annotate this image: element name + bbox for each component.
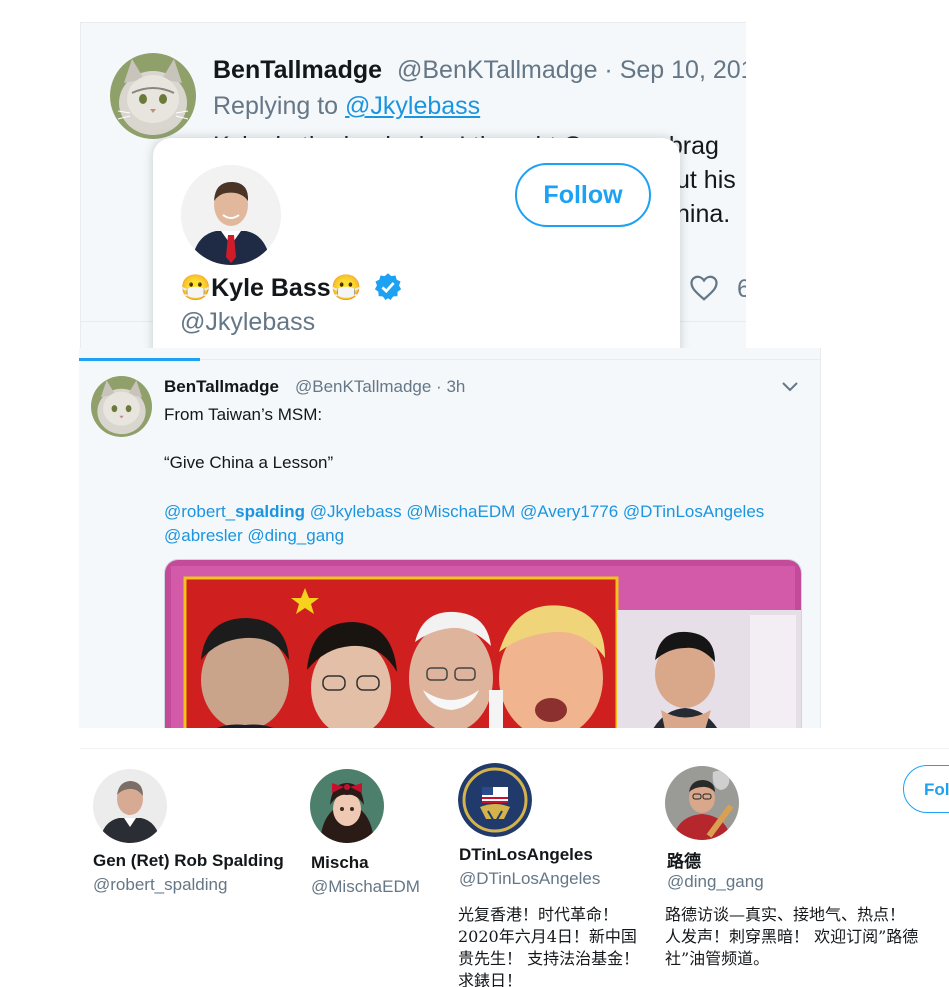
user-name[interactable]: Gen (Ret) Rob Spalding	[93, 851, 284, 871]
profile-avatar[interactable]	[181, 165, 281, 265]
mention-part[interactable]: @robert_	[164, 502, 235, 521]
user-avatar[interactable]	[93, 769, 167, 843]
cat-avatar[interactable]	[91, 376, 152, 437]
replying-handle-link[interactable]: @Jkylebass	[345, 92, 480, 120]
user-handle[interactable]: @robert_spalding	[93, 875, 227, 895]
bio-line: 人发声！刺穿黑暗！ 欢迎订阅”路德	[665, 927, 919, 946]
mention-bold-part[interactable]: spalding	[235, 502, 305, 521]
mention-links[interactable]: @robert_spalding @Jkylebass @MischaEDM @…	[164, 500, 814, 548]
bio-line: 社”油管频道。	[665, 949, 770, 968]
replying-prefix: Replying to	[213, 92, 346, 120]
heart-icon[interactable]	[689, 273, 719, 303]
tweet-text-line-2: “Give China a Lesson”	[164, 453, 334, 472]
bio-line: 路德访谈—真实、接地气、热点！	[665, 905, 906, 924]
chevron-down-icon[interactable]	[781, 380, 799, 394]
user-handle[interactable]: @ding_gang	[667, 872, 764, 892]
user-name[interactable]: Mischa	[311, 853, 369, 873]
user-avatar[interactable]	[458, 763, 532, 837]
like-count: 6	[737, 275, 746, 304]
author-name[interactable]: BenTallmadge	[164, 377, 279, 397]
bio-line: 求錶日！	[458, 971, 523, 987]
mention-line-1[interactable]: @robert_spalding @Jkylebass @MischaEDM @…	[164, 500, 814, 524]
verified-badge-icon	[374, 273, 401, 300]
follow-button[interactable]: Follo	[903, 765, 949, 813]
who-to-follow-panel: Gen (Ret) Rob Spalding @robert_spalding …	[80, 748, 949, 987]
author-handle-date[interactable]: @BenKTallmadge · Sep 10, 2019	[397, 56, 746, 85]
profile-handle[interactable]: @Jkylebass	[180, 308, 315, 337]
author-handle-time[interactable]: @BenKTallmadge · 3h	[295, 377, 465, 397]
bio-line: 光复香港！时代革命！	[458, 905, 619, 924]
tab-accent-bar	[79, 358, 200, 361]
user-handle[interactable]: @MischaEDM	[311, 877, 420, 897]
replying-to: Replying to @Jkylebass	[213, 92, 480, 121]
display-name[interactable]: 😷Kyle Bass😷	[180, 272, 403, 303]
user-avatar[interactable]	[310, 769, 384, 843]
user-handle[interactable]: @DTinLosAngeles	[459, 869, 600, 889]
user-avatar[interactable]	[665, 766, 739, 840]
bio-line: 2020年六月4日！新中国	[458, 927, 637, 946]
mention-line-2[interactable]: @abresler @ding_gang	[164, 524, 814, 548]
profile-hover-card: Follow 😷Kyle Bass😷 @Jkylebass	[153, 138, 680, 368]
user-name[interactable]: 路德	[667, 847, 701, 872]
user-name[interactable]: DTinLosAngeles	[459, 845, 593, 865]
cat-avatar[interactable]	[110, 53, 196, 139]
main-tweet-panel[interactable]: BenTallmadge @BenKTallmadge · 3h From Ta…	[79, 348, 821, 728]
display-name-text: 😷Kyle Bass😷	[180, 274, 362, 302]
follow-button[interactable]: Follow	[515, 163, 651, 227]
author-name[interactable]: BenTallmadge	[213, 56, 382, 85]
bio-line: 贵先生！ 支持法治基金！	[458, 949, 640, 968]
divider	[200, 359, 820, 360]
mention-part[interactable]: @Jkylebass @MischaEDM @Avery1776 @DTinLo…	[305, 502, 765, 521]
user-bio: 路德访谈—真实、接地气、热点！ 人发声！刺穿黑暗！ 欢迎订阅”路德 社”油管频道…	[665, 904, 918, 970]
user-bio: 光复香港！时代革命！ 2020年六月4日！新中国 贵先生！ 支持法治基金！ 求錶…	[458, 904, 639, 987]
tweet-media-image[interactable]	[164, 559, 802, 728]
tweet-text-line-1: From Taiwan’s MSM:	[164, 405, 323, 424]
